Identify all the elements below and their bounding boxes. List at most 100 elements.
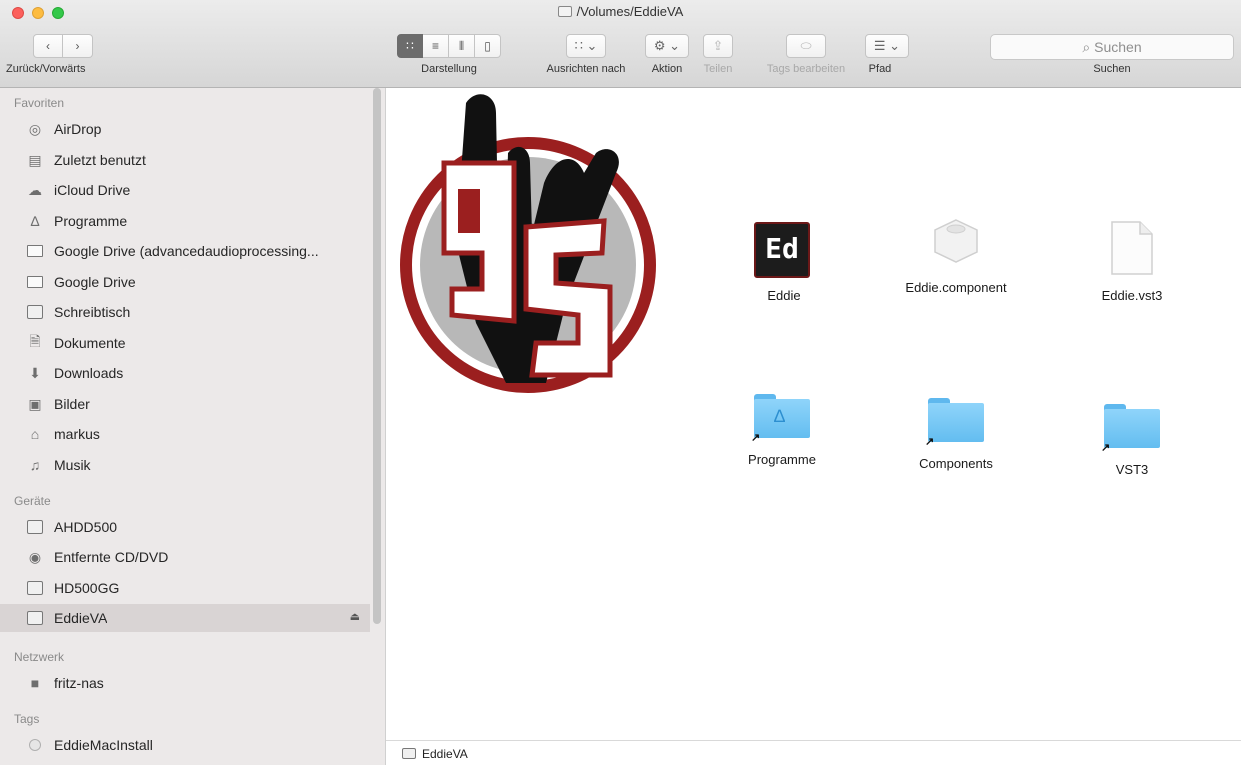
tag-dot-icon bbox=[26, 736, 44, 754]
devices-header: Geräte bbox=[14, 494, 51, 508]
gear-icon: ⚙ ⌄ bbox=[653, 38, 681, 53]
sidebar-item-google-drive[interactable]: Google Drive bbox=[0, 268, 370, 296]
sidebar-item-label: fritz-nas bbox=[54, 675, 104, 691]
search-placeholder: Suchen bbox=[1094, 39, 1142, 55]
downloads-icon: ⬇ bbox=[29, 364, 41, 381]
tags-button[interactable]: ⬭ bbox=[786, 34, 826, 58]
gallery-view-button[interactable]: ▯ bbox=[475, 34, 501, 58]
background-logo bbox=[400, 94, 656, 393]
forward-button[interactable]: › bbox=[63, 34, 93, 58]
cloud-icon: ☁ bbox=[28, 181, 42, 198]
sidebar-item-icloud[interactable]: ☁ iCloud Drive bbox=[0, 176, 370, 204]
sidebar-item-label: AHDD500 bbox=[54, 519, 118, 535]
path-bar: EddieVA bbox=[386, 740, 1241, 766]
disk-icon bbox=[26, 518, 44, 536]
app-icon: Ed bbox=[754, 222, 810, 278]
tags-header: Tags bbox=[14, 712, 40, 726]
sidebar-item-label: AirDrop bbox=[54, 121, 102, 137]
sidebar-item-fritz-nas[interactable]: ■ fritz-nas bbox=[0, 669, 370, 697]
folder-icon bbox=[26, 242, 44, 260]
sidebar-item-tag-eddiemacinstall[interactable]: EddieMacInstall bbox=[0, 731, 370, 759]
alias-arrow-icon: ↗ bbox=[1101, 442, 1111, 454]
drive-icon bbox=[26, 609, 44, 627]
disk-icon bbox=[26, 579, 44, 597]
sidebar-item-desktop[interactable]: Schreibtisch bbox=[0, 298, 370, 326]
icon-view-button[interactable]: ∷ bbox=[397, 34, 423, 58]
folder-alias-icon: ∆ ↗ bbox=[751, 394, 810, 444]
path-button[interactable]: ☰ ⌄ bbox=[865, 34, 909, 58]
back-button[interactable]: ‹ bbox=[33, 34, 63, 58]
sidebar-item-label: markus bbox=[54, 426, 100, 442]
sidebar-item-pictures[interactable]: ▣ Bilder bbox=[0, 390, 370, 418]
sidebar-item-label: Dokumente bbox=[54, 335, 126, 351]
file-label: Eddie bbox=[767, 288, 801, 303]
sidebar-item-label: EddieMacInstall bbox=[54, 737, 153, 753]
arrange-button[interactable]: ∷ ⌄ bbox=[566, 34, 606, 58]
action-label: Aktion bbox=[651, 63, 683, 75]
file-item-programme[interactable]: ∆ ↗ Programme bbox=[748, 394, 816, 474]
desktop-icon bbox=[26, 303, 44, 321]
nav-label: Zurück/Vorwärts bbox=[6, 63, 86, 75]
file-item-eddie-vst3[interactable]: Eddie.vst3 bbox=[1102, 220, 1162, 303]
sidebar-item-music[interactable]: ♫ Musik bbox=[0, 451, 370, 479]
alias-arrow-icon: ↗ bbox=[925, 436, 935, 448]
file-browser: Ed Eddie Eddie.component Eddie.vst3 ∆ ↗ … bbox=[386, 88, 1241, 740]
sidebar-item-downloads[interactable]: ⬇ Downloads bbox=[0, 359, 370, 387]
file-item-vst3[interactable]: ↗ VST3 bbox=[1101, 404, 1162, 484]
document-icon bbox=[1111, 221, 1153, 275]
share-label: Teilen bbox=[703, 63, 733, 75]
sidebar-item-label: Schreibtisch bbox=[54, 304, 131, 320]
applications-icon: ∆ bbox=[774, 406, 786, 426]
arrange-icon: ∷ ⌄ bbox=[574, 38, 598, 53]
file-label: VST3 bbox=[1115, 462, 1149, 477]
sidebar-item-recents[interactable]: ▤ Zuletzt benutzt bbox=[0, 146, 370, 174]
path-icon: ☰ ⌄ bbox=[873, 38, 901, 53]
action-button[interactable]: ⚙ ⌄ bbox=[645, 34, 689, 58]
recents-icon: ▤ bbox=[28, 151, 42, 168]
file-item-components[interactable]: ↗ Components bbox=[919, 398, 993, 478]
sidebar-item-label: Musik bbox=[54, 457, 91, 473]
sidebar-item-airdrop[interactable]: ◎ AirDrop bbox=[0, 115, 370, 143]
sidebar-item-home[interactable]: ⌂ markus bbox=[0, 420, 370, 448]
drive-icon bbox=[557, 6, 572, 17]
path-bar-item[interactable]: EddieVA bbox=[422, 747, 468, 761]
sidebar-item-label: EddieVA bbox=[54, 610, 108, 626]
sidebar-item-label: Zuletzt benutzt bbox=[54, 152, 146, 168]
tags-label: Tags bearbeiten bbox=[766, 63, 846, 75]
drive-icon bbox=[402, 748, 416, 759]
component-icon bbox=[934, 219, 978, 263]
sidebar-item-hd500gg[interactable]: HD500GG bbox=[0, 574, 370, 602]
path-label: Pfad bbox=[868, 63, 892, 75]
folder-alias-icon: ↗ bbox=[925, 398, 984, 448]
sidebar-item-applications[interactable]: ∆ Programme bbox=[0, 207, 370, 235]
file-item-eddie-component[interactable]: Eddie.component bbox=[905, 216, 1007, 296]
sidebar-item-ahdd500[interactable]: AHDD500 bbox=[0, 513, 370, 541]
view-switcher: ∷ ≡ ⫴ ▯ bbox=[397, 34, 501, 58]
file-label: Programme bbox=[748, 452, 816, 467]
alias-arrow-icon: ↗ bbox=[751, 432, 761, 444]
sidebar-scrollbar[interactable] bbox=[373, 88, 381, 624]
tag-icon: ⬭ bbox=[800, 38, 812, 53]
window-title-text: /Volumes/EddieVA bbox=[576, 4, 684, 19]
eject-icon[interactable]: ⏏ bbox=[350, 610, 360, 623]
sidebar-item-google-drive-advanced[interactable]: Google Drive (advancedaudioprocessing... bbox=[0, 237, 370, 265]
list-view-button[interactable]: ≡ bbox=[423, 34, 449, 58]
home-icon: ⌂ bbox=[30, 426, 40, 442]
file-item-eddie[interactable]: Ed Eddie bbox=[754, 222, 814, 303]
sidebar-item-label: Google Drive (advancedaudioprocessing... bbox=[54, 243, 319, 259]
nav-buttons: ‹ › bbox=[33, 34, 93, 58]
search-input[interactable]: ⌕ Suchen bbox=[990, 34, 1234, 60]
music-icon: ♫ bbox=[29, 457, 41, 473]
folder-alias-icon: ↗ bbox=[1101, 404, 1160, 454]
sidebar-item-eddieva[interactable]: EddieVA ⏏ bbox=[0, 604, 370, 632]
sidebar-item-label: Programme bbox=[54, 213, 128, 229]
sidebar-item-remote-cd[interactable]: ◉ Entfernte CD/DVD bbox=[0, 543, 370, 571]
pictures-icon: ▣ bbox=[28, 395, 42, 412]
share-button[interactable]: ⇪ bbox=[703, 34, 733, 58]
sidebar-item-documents[interactable]: 🗎 Dokumente bbox=[0, 329, 370, 357]
arrange-label: Ausrichten nach bbox=[546, 63, 626, 75]
column-view-button[interactable]: ⫴ bbox=[449, 34, 475, 58]
sidebar-item-label: HD500GG bbox=[54, 580, 120, 596]
search-label: Suchen bbox=[1093, 63, 1131, 75]
file-label: Eddie.vst3 bbox=[1101, 288, 1163, 303]
